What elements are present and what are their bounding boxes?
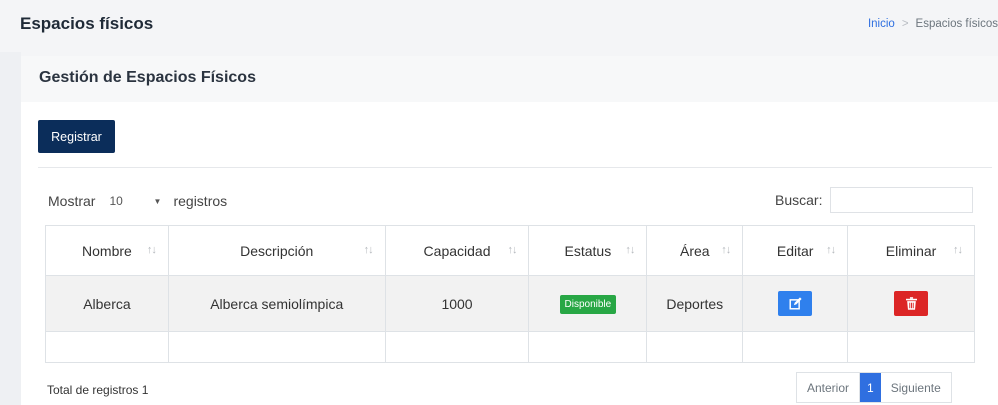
table-row: Alberca Alberca semiolímpica 1000 Dispon…	[45, 275, 975, 332]
sort-icon: ↑↓	[363, 244, 374, 256]
next-page-button[interactable]: Siguiente	[881, 373, 951, 402]
breadcrumb-home-link[interactable]: Inicio	[868, 18, 895, 30]
show-label: Mostrar	[48, 193, 96, 209]
cell-capacidad: 1000	[384, 275, 530, 332]
column-header-editar[interactable]: Editar ↑↓	[742, 225, 849, 276]
edit-icon	[789, 297, 802, 310]
column-header-eliminar[interactable]: Eliminar ↑↓	[847, 225, 975, 276]
search-label: Buscar:	[775, 192, 823, 208]
page-title: Espacios físicos	[20, 14, 154, 33]
breadcrumb-current: Espacios físicos	[915, 18, 998, 30]
trash-icon	[905, 297, 917, 310]
search-input[interactable]	[830, 187, 974, 213]
sort-icon: ↑↓	[146, 244, 157, 256]
sort-icon: ↑↓	[507, 244, 517, 256]
divider	[38, 167, 992, 168]
page-header: Espacios físicos Inicio > Espacios físicos	[0, 0, 998, 52]
empty-row	[45, 331, 975, 363]
column-header-estatus[interactable]: Estatus ↑↓	[528, 225, 648, 276]
total-records: Total de registros 1	[47, 383, 149, 397]
status-badge: Disponible	[559, 294, 617, 314]
cell-eliminar	[847, 275, 975, 332]
page-length-control: Mostrar 10 ▼ registros	[48, 190, 227, 212]
cell-nombre: Alberca	[45, 275, 169, 332]
sort-icon: ↑↓	[625, 244, 635, 256]
edit-button[interactable]	[778, 291, 813, 316]
spaces-card: Gestión de Espacios Físicos Registrar Mo…	[21, 56, 998, 405]
sort-icon: ↑↓	[826, 244, 836, 256]
search-control: Buscar:	[775, 187, 974, 213]
page-length-value: 10	[109, 194, 123, 208]
chevron-down-icon: ▼	[153, 196, 162, 206]
delete-button[interactable]	[894, 291, 929, 316]
card-title: Gestión de Espacios Físicos	[39, 69, 256, 86]
pagination: Anterior 1 Siguiente	[796, 372, 952, 403]
page-length-select[interactable]: 10 ▼	[101, 190, 167, 212]
sort-icon: ↑↓	[721, 244, 731, 256]
records-label: registros	[173, 193, 228, 209]
cell-estatus: Disponible	[528, 275, 648, 332]
card-header: Gestión de Espacios Físicos	[21, 56, 998, 102]
sidebar-edge	[0, 52, 21, 405]
breadcrumb-separator: >	[901, 18, 909, 30]
cell-area: Deportes	[646, 275, 744, 332]
table-header-row: Nombre ↑↓ Descripción ↑↓ Capacidad ↑↓ Estat…	[45, 225, 975, 276]
column-header-descripcion[interactable]: Descripción ↑↓	[167, 225, 386, 276]
spaces-table: Nombre ↑↓ Descripción ↑↓ Capacidad ↑↓ Estat…	[45, 225, 975, 363]
column-header-capacidad[interactable]: Capacidad ↑↓	[384, 225, 530, 276]
column-header-area[interactable]: Área ↑↓	[646, 225, 744, 276]
sort-icon: ↑↓	[953, 244, 963, 256]
previous-page-button[interactable]: Anterior	[797, 373, 861, 402]
page-1-button[interactable]: 1	[860, 373, 881, 402]
breadcrumb: Inicio > Espacios físicos	[868, 18, 998, 30]
cell-editar	[742, 275, 849, 332]
cell-descripcion: Alberca semiolímpica	[167, 275, 386, 332]
column-header-nombre[interactable]: Nombre ↑↓	[45, 225, 169, 276]
register-button[interactable]: Registrar	[38, 120, 115, 153]
